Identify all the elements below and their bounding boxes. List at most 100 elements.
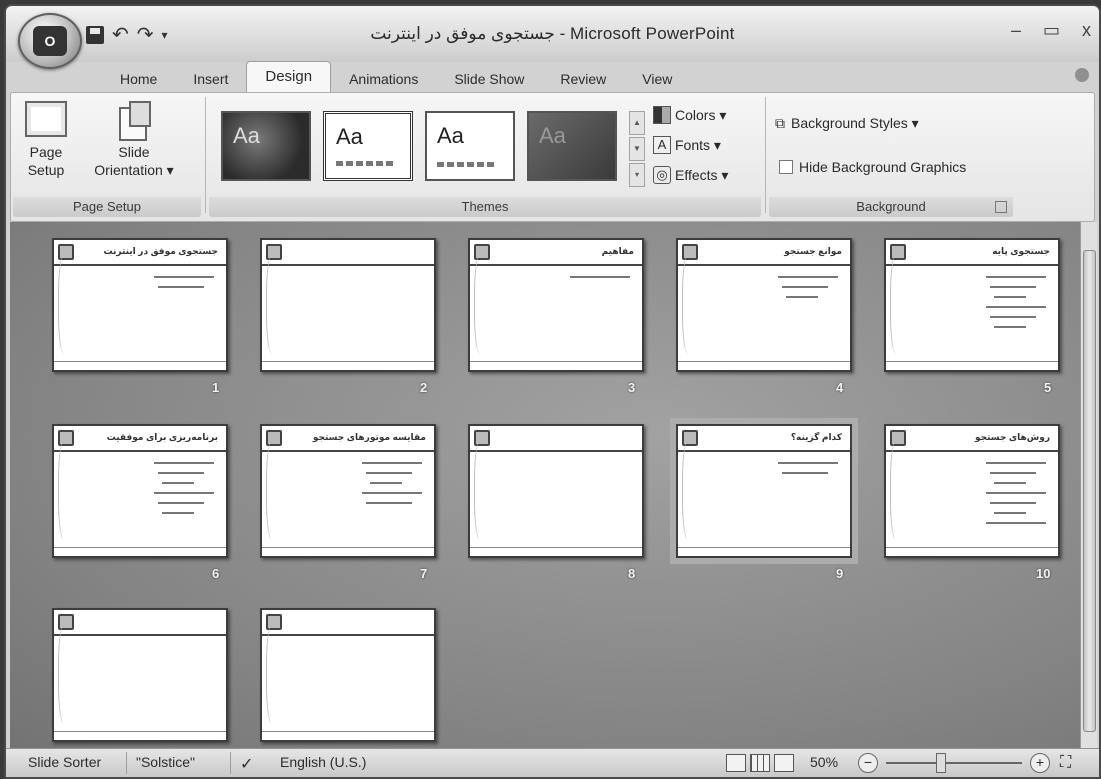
status-divider — [230, 752, 231, 774]
zoom-out-icon[interactable]: − — [858, 753, 878, 773]
slide-thumbnail[interactable] — [260, 238, 436, 372]
slide-text-line — [986, 462, 1046, 464]
tab-home[interactable]: Home — [102, 66, 175, 92]
slide-thumbnail[interactable]: مقایسه موتورهای جستجو — [260, 424, 436, 558]
slide-decoration — [266, 440, 281, 540]
hide-background-graphics-checkbox[interactable]: Hide Background Graphics — [779, 159, 966, 175]
slide-decoration — [266, 624, 281, 724]
slide-text-line — [154, 462, 214, 464]
slide-show-view-icon[interactable] — [774, 754, 794, 772]
scrollbar-thumb[interactable] — [1083, 250, 1096, 732]
theme-thumbnail-solstice[interactable]: Aa — [323, 111, 413, 181]
slide-title-rule — [54, 264, 226, 266]
zoom-slider-knob[interactable] — [936, 753, 946, 773]
slide-decoration — [58, 254, 73, 354]
slide-decoration — [474, 440, 489, 540]
fonts-button[interactable]: A Fonts ▾ — [653, 133, 721, 157]
slide-text-line — [990, 286, 1036, 288]
minimize-icon[interactable]: – — [1011, 20, 1021, 41]
status-divider — [126, 752, 127, 774]
slide-decoration — [890, 440, 905, 540]
zoom-level[interactable]: 50% — [810, 754, 838, 770]
effects-button[interactable]: ◎ Effects ▾ — [653, 163, 728, 187]
slide-thumbnail[interactable]: جستجوی موفق در اینترنت — [52, 238, 228, 372]
slide-sorter-pane: جستجوی موفق در اینترنت 1 2 مفاهیم 3 موانع جست… — [10, 222, 1080, 748]
slide-thumbnail[interactable]: مفاهیم — [468, 238, 644, 372]
slide-title: جستجوی موفق در اینترنت — [103, 246, 218, 256]
slide-orientation-button[interactable]: Slide Orientation ▾ — [79, 101, 189, 179]
theme-sample-text: Aa — [233, 123, 260, 148]
maximize-icon[interactable]: ▭ — [1043, 20, 1060, 41]
gallery-up-icon[interactable]: ▲ — [629, 111, 645, 135]
tab-view[interactable]: View — [624, 66, 690, 92]
normal-view-icon[interactable] — [726, 754, 746, 772]
slide-title-rule — [54, 634, 226, 636]
group-divider — [765, 97, 766, 213]
zoom-in-icon[interactable]: + — [1030, 753, 1050, 773]
slide-number: 8 — [628, 566, 636, 581]
window-controls: – ▭ x — [1011, 20, 1091, 41]
page-setup-button[interactable]: Page Setup — [21, 101, 71, 179]
background-styles-button[interactable]: ⧉ Background Styles ▾ — [775, 115, 919, 132]
slide-sorter-view-icon[interactable] — [750, 754, 770, 772]
slide-thumbnail[interactable] — [468, 424, 644, 558]
slide-title-rule — [886, 450, 1058, 452]
gallery-more-icon[interactable]: ▾ — [629, 163, 645, 187]
slide-footer-rule — [470, 361, 642, 362]
colors-button[interactable]: Colors ▾ — [653, 103, 726, 127]
theme-thumbnail-plain[interactable]: Aa — [425, 111, 515, 181]
theme-sample-text: Aa — [437, 123, 464, 148]
status-theme-name: "Solstice" — [136, 754, 195, 770]
tab-design[interactable]: Design — [246, 61, 332, 92]
slide-thumbnail[interactable] — [52, 608, 228, 742]
fonts-label: Fonts ▾ — [675, 136, 721, 153]
fit-to-window-icon[interactable]: ⛶ — [1060, 754, 1071, 772]
gallery-down-icon[interactable]: ▼ — [629, 137, 645, 161]
colors-icon — [653, 106, 671, 124]
slide-decoration — [682, 440, 697, 540]
slide-text-line — [362, 492, 422, 494]
status-language[interactable]: English (U.S.) — [280, 754, 366, 770]
help-icon[interactable] — [1075, 68, 1089, 82]
slide-text-line — [162, 512, 194, 514]
slide-thumbnail[interactable]: کدام گزینه؟ — [676, 424, 852, 558]
spell-check-icon[interactable]: ✓ — [240, 754, 253, 774]
theme-thumbnail-gray[interactable]: Aa — [527, 111, 617, 181]
slide-title: برنامه‌ریزی برای موفقیت — [106, 432, 218, 442]
hide-background-graphics-label: Hide Background Graphics — [799, 159, 967, 175]
slide-title-rule — [470, 264, 642, 266]
slide-thumbnail[interactable]: برنامه‌ریزی برای موفقیت — [52, 424, 228, 558]
slide-title: کدام گزینه؟ — [790, 432, 842, 442]
slide-number: 7 — [420, 566, 428, 581]
slide-thumbnail[interactable]: روش‌های جستجو — [884, 424, 1060, 558]
themes-group-label: Themes — [209, 197, 761, 217]
slide-decoration — [58, 440, 73, 540]
theme-sample-text: Aa — [336, 124, 363, 149]
slide-number: 2 — [420, 380, 428, 395]
slide-text-line — [158, 502, 204, 504]
tab-review[interactable]: Review — [542, 66, 624, 92]
slide-title: جستجوی پایه — [992, 246, 1050, 256]
tab-insert[interactable]: Insert — [175, 66, 246, 92]
slide-thumbnail[interactable]: جستجوی پایه — [884, 238, 1060, 372]
slide-footer-rule — [678, 361, 850, 362]
slide-thumbnail[interactable] — [260, 608, 436, 742]
slide-title: مقایسه موتورهای جستجو — [312, 432, 426, 442]
slide-thumbnail[interactable]: موانع جستجو — [676, 238, 852, 372]
themes-gallery-scroll: ▲ ▼ ▾ — [629, 111, 645, 189]
slide-text-line — [994, 482, 1026, 484]
slide-footer-rule — [886, 361, 1058, 362]
dialog-launcher-icon[interactable] — [995, 201, 1007, 213]
tab-slide-show[interactable]: Slide Show — [436, 66, 542, 92]
zoom-slider[interactable] — [886, 762, 1022, 764]
tab-animations[interactable]: Animations — [331, 66, 436, 92]
theme-sample-text: Aa — [539, 123, 566, 148]
slide-text-line — [154, 492, 214, 494]
vertical-scrollbar[interactable] — [1080, 222, 1097, 748]
slide-number: 4 — [836, 380, 844, 395]
close-icon[interactable]: x — [1082, 20, 1091, 41]
office-button[interactable]: O — [18, 13, 82, 69]
ribbon: Page Setup Slide Orientation ▾ Page Setu… — [10, 92, 1095, 222]
theme-thumbnail-dark[interactable]: Aa — [221, 111, 311, 181]
slide-title-rule — [54, 450, 226, 452]
